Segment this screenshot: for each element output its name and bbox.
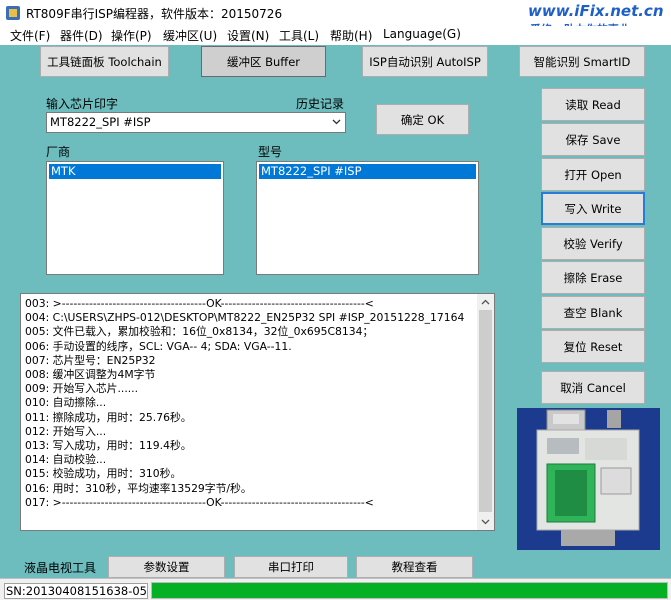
menu-settings[interactable]: 设置(N): [227, 27, 269, 44]
model-label: 型号: [258, 145, 283, 159]
menu-operation[interactable]: 操作(P): [111, 27, 152, 44]
model-list[interactable]: MT8222_SPI #ISP: [256, 161, 479, 275]
scroll-down-icon[interactable]: [481, 517, 490, 526]
log-line: 012: 开始写入...: [25, 424, 107, 438]
tv-tools-label: 液晶电视工具: [24, 561, 97, 575]
programmer-device-drawing: [517, 408, 660, 550]
menu-help[interactable]: 帮助(H): [330, 27, 372, 44]
chip-combo[interactable]: MT8222_SPI #ISP: [46, 112, 346, 133]
log-line: 007: 芯片型号：EN25P32: [25, 353, 156, 367]
app-icon: [6, 6, 20, 20]
params-settings-button[interactable]: 参数设置: [108, 556, 225, 578]
open-button[interactable]: 打开 Open: [541, 158, 645, 191]
log-line: 004: C:\USERS\ZHPS-012\DESKTOP\MT8222_EN…: [25, 311, 465, 325]
history-label: 历史记录: [296, 97, 345, 111]
progress-bar: [151, 582, 668, 599]
log-line: 009: 开始写入芯片......: [25, 382, 139, 396]
reset-button[interactable]: 复位 Reset: [541, 330, 645, 363]
log-line: 011: 擦除成功，用时：25.76秒。: [25, 410, 192, 424]
log-line: 015: 校验成功，用时：310秒。: [25, 467, 182, 481]
log-line: 008: 缓冲区调整为4M字节: [25, 368, 156, 382]
cancel-button[interactable]: 取消 Cancel: [541, 371, 645, 404]
status-bar: SN:20130408151638-052076: [0, 578, 671, 600]
serial-print-button[interactable]: 串口打印: [234, 556, 348, 578]
log-line: 006: 手动设置的线序，SCL: VGA-- 4; SDA: VGA--11.: [25, 339, 292, 353]
menu-device[interactable]: 器件(D): [60, 27, 103, 44]
log-lines: 003: >----------------------------------…: [25, 297, 477, 510]
log-line: 016: 用时：310秒，平均速率13529字节/秒。: [25, 481, 252, 495]
blank-check-button[interactable]: 查空 Blank: [541, 296, 645, 329]
log-line: 003: >----------------------------------…: [25, 297, 374, 310]
vendor-label: 厂商: [46, 145, 71, 159]
log-line: 013: 写入成功，用时：119.4秒。: [25, 439, 192, 453]
vendor-list[interactable]: MTK: [46, 161, 224, 275]
chip-input-label: 输入芯片印字: [46, 97, 119, 111]
tab-buffer[interactable]: 缓冲区 Buffer: [201, 46, 326, 77]
menu-tools[interactable]: 工具(L): [279, 27, 319, 44]
tab-smartid[interactable]: 智能识别 SmartID: [519, 46, 645, 77]
progress-fill: [152, 583, 667, 598]
title-bar: RT809F串行ISP编程器，软件版本：20150726 www.iFix.ne…: [0, 0, 671, 36]
vendor-item-selected[interactable]: MTK: [49, 164, 221, 179]
menu-bar: 文件(F) 器件(D) 操作(P) 缓冲区(U) 设置(N) 工具(L) 帮助(…: [0, 26, 671, 45]
chip-combo-value: MT8222_SPI #ISP: [50, 115, 151, 129]
write-button[interactable]: 写入 Write: [541, 192, 645, 225]
confirm-ok-button[interactable]: 确定 OK: [376, 104, 469, 135]
serial-number: SN:20130408151638-052076: [4, 583, 148, 599]
tab-toolchain[interactable]: 工具链面板 Toolchain: [40, 46, 169, 77]
log-line: 017: >----------------------------------…: [25, 495, 374, 509]
save-button[interactable]: 保存 Save: [541, 123, 645, 156]
erase-button[interactable]: 擦除 Erase: [541, 261, 645, 294]
scroll-up-icon[interactable]: [481, 298, 490, 307]
log-scrollbar[interactable]: [477, 294, 494, 530]
log-line: 005: 文件已载入，累加校验和：16位_0x8134，32位_0x695C81…: [25, 325, 374, 339]
menu-language[interactable]: Language(G): [383, 27, 461, 41]
log-line: 014: 自动校验...: [25, 453, 107, 467]
log-line: 010: 自动擦除...: [25, 396, 107, 410]
tab-autoisp[interactable]: ISP自动识别 AutoISP: [362, 46, 488, 77]
menu-file[interactable]: 文件(F): [10, 27, 50, 44]
tutorial-button[interactable]: 教程查看: [356, 556, 473, 578]
menu-buffer[interactable]: 缓冲区(U): [163, 27, 217, 44]
app-window: RT809F串行ISP编程器，软件版本：20150726 www.iFix.ne…: [0, 0, 671, 600]
log-area[interactable]: 003: >----------------------------------…: [20, 293, 495, 531]
read-button[interactable]: 读取 Read: [541, 88, 645, 121]
brand-site: www.iFix.net.cn: [528, 2, 664, 20]
model-item-selected[interactable]: MT8222_SPI #ISP: [259, 164, 476, 179]
chevron-down-icon[interactable]: [332, 117, 341, 126]
programmer-device-image: [517, 408, 660, 550]
verify-button[interactable]: 校验 Verify: [541, 227, 645, 260]
window-title: RT809F串行ISP编程器，软件版本：20150726: [26, 7, 283, 21]
scroll-thumb[interactable]: [479, 310, 492, 512]
